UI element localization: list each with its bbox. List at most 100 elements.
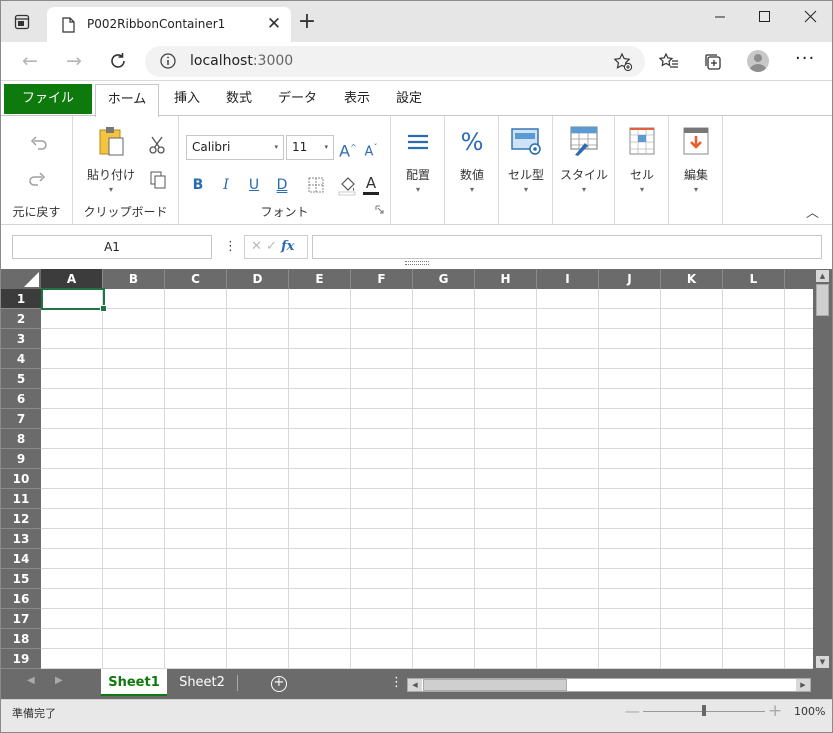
fill-color-icon[interactable] [336, 174, 358, 196]
row-header-15[interactable]: 15 [1, 569, 41, 589]
shrink-font-button[interactable]: Aˇ [360, 137, 382, 159]
vertical-scroll-thumb[interactable] [816, 284, 829, 316]
row-header-16[interactable]: 16 [1, 589, 41, 609]
font-name-select[interactable]: Calibri ▾ [186, 135, 284, 160]
cells-button[interactable]: セル ▾ [615, 124, 669, 194]
address-bar[interactable]: localhost:3000 [145, 46, 645, 77]
tab-close-button[interactable]: ✕ [264, 14, 284, 34]
info-icon[interactable] [159, 52, 177, 70]
active-cell[interactable] [41, 288, 107, 312]
redo-icon[interactable] [27, 168, 49, 190]
column-header-a[interactable]: A [41, 269, 103, 289]
celltype-button[interactable]: セル型 ▾ [499, 124, 553, 194]
next-sheet-icon[interactable]: ▶ [55, 675, 63, 686]
paste-button[interactable]: 貼り付け ▾ [85, 124, 137, 194]
row-header-11[interactable]: 11 [1, 489, 41, 509]
column-header-j[interactable]: J [599, 269, 661, 289]
alignment-button[interactable]: 配置 ▾ [391, 124, 445, 194]
name-box[interactable]: A1 [12, 235, 212, 259]
scroll-left-arrow-icon[interactable]: ◀ [408, 679, 422, 691]
collections-icon[interactable] [703, 52, 723, 72]
tab-settings[interactable]: 設定 [396, 84, 422, 114]
border-icon[interactable] [305, 174, 327, 196]
row-header-1[interactable]: 1 [1, 289, 41, 309]
row-header-19[interactable]: 19 [1, 649, 41, 669]
italic-button[interactable]: I [215, 174, 237, 196]
row-header-12[interactable]: 12 [1, 509, 41, 529]
row-header-6[interactable]: 6 [1, 389, 41, 409]
double-underline-button[interactable]: D [271, 174, 293, 196]
collapse-ribbon-icon[interactable]: ︿ [806, 202, 819, 221]
tab-view[interactable]: 表示 [344, 84, 370, 114]
row-header-9[interactable]: 9 [1, 449, 41, 469]
column-header-b[interactable]: B [103, 269, 165, 289]
profile-avatar-icon[interactable] [747, 50, 769, 72]
row-header-8[interactable]: 8 [1, 429, 41, 449]
row-header-3[interactable]: 3 [1, 329, 41, 349]
row-header-17[interactable]: 17 [1, 609, 41, 629]
forward-button[interactable]: → [62, 50, 86, 72]
bold-button[interactable]: B [187, 174, 209, 196]
font-dialog-launcher-icon[interactable] [375, 199, 384, 218]
column-header-e[interactable]: E [289, 269, 351, 289]
tab-splitter-icon[interactable]: ⋮ [390, 675, 403, 690]
add-favorite-icon[interactable] [613, 52, 633, 76]
browser-tab[interactable]: P002RibbonContainer1 ✕ [47, 7, 291, 42]
formula-bar-resize-handle[interactable] [405, 261, 429, 265]
cell-area[interactable] [41, 289, 813, 669]
column-header-i[interactable]: I [537, 269, 599, 289]
horizontal-scrollbar[interactable]: ◀ ▶ [407, 678, 811, 692]
horizontal-scroll-thumb[interactable] [423, 679, 567, 691]
tab-insert[interactable]: 挿入 [174, 84, 200, 114]
insert-function-icon[interactable]: fx [281, 239, 294, 254]
column-header-l[interactable]: L [723, 269, 785, 289]
cut-icon[interactable] [147, 134, 169, 156]
sheet-tab-sheet2[interactable]: Sheet2 [171, 669, 233, 696]
column-header-c[interactable]: C [165, 269, 227, 289]
formula-bar-dots-icon[interactable]: ⋮ [224, 239, 237, 254]
vertical-scrollbar[interactable]: ▲ ▼ [813, 269, 832, 669]
row-header-2[interactable]: 2 [1, 309, 41, 329]
copy-icon[interactable] [147, 169, 169, 191]
underline-button[interactable]: U [243, 174, 265, 196]
add-sheet-icon[interactable]: + [271, 676, 287, 692]
row-header-4[interactable]: 4 [1, 349, 41, 369]
minimize-button[interactable] [705, 7, 735, 27]
select-all-button[interactable] [1, 269, 41, 289]
sheet-tab-sheet1[interactable]: Sheet1 [101, 669, 167, 696]
scroll-right-arrow-icon[interactable]: ▶ [796, 679, 810, 691]
font-color-button[interactable]: A [360, 172, 382, 195]
maximize-button[interactable] [749, 7, 779, 27]
zoom-slider-thumb[interactable] [702, 705, 706, 716]
cancel-entry-icon[interactable]: ✕ [251, 239, 262, 254]
column-header-f[interactable]: F [351, 269, 413, 289]
favorites-icon[interactable] [658, 52, 679, 72]
row-header-5[interactable]: 5 [1, 369, 41, 389]
row-header-18[interactable]: 18 [1, 629, 41, 649]
row-header-10[interactable]: 10 [1, 469, 41, 489]
zoom-out-button[interactable]: — [625, 702, 640, 720]
back-button[interactable]: ← [18, 50, 42, 72]
column-header-h[interactable]: H [475, 269, 537, 289]
number-format-button[interactable]: % 数値 ▾ [445, 124, 499, 194]
column-header-d[interactable]: D [227, 269, 289, 289]
tab-file[interactable]: ファイル [4, 84, 92, 114]
grow-font-button[interactable]: A^ [337, 137, 359, 160]
new-tab-button[interactable]: + [297, 11, 317, 33]
tab-home[interactable]: ホーム [95, 84, 159, 117]
styles-button[interactable]: スタイル ▾ [553, 124, 615, 194]
row-header-7[interactable]: 7 [1, 409, 41, 429]
column-header-g[interactable]: G [413, 269, 475, 289]
tab-formulas[interactable]: 数式 [226, 84, 252, 114]
confirm-entry-icon[interactable]: ✓ [266, 239, 277, 254]
row-header-14[interactable]: 14 [1, 549, 41, 569]
column-header-k[interactable]: K [661, 269, 723, 289]
formula-input[interactable] [312, 235, 822, 259]
zoom-in-button[interactable]: + [768, 701, 782, 721]
prev-sheet-icon[interactable]: ◀ [27, 675, 35, 686]
font-size-select[interactable]: 11 ▾ [286, 135, 334, 160]
tab-data[interactable]: データ [278, 84, 317, 114]
browser-menu-button[interactable]: ··· [795, 50, 815, 68]
scroll-down-arrow-icon[interactable]: ▼ [816, 656, 829, 668]
scroll-up-arrow-icon[interactable]: ▲ [816, 270, 829, 282]
